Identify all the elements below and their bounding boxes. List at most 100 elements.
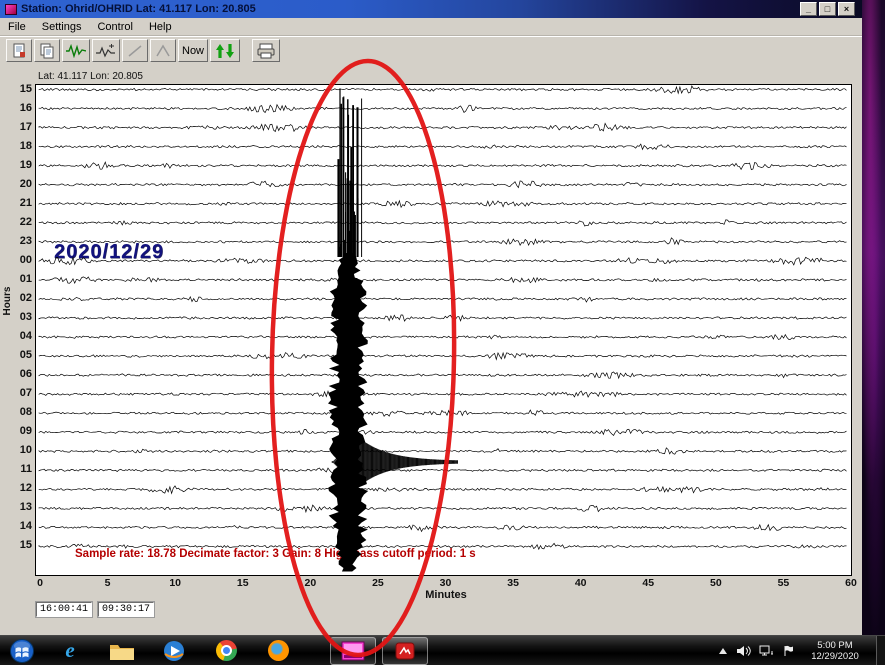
- waveform-scale-icon: [96, 44, 116, 58]
- minute-tick-label: 55: [771, 577, 795, 589]
- menu-settings[interactable]: Settings: [34, 20, 90, 34]
- hour-row-label: 04: [6, 330, 32, 342]
- taskbar-item-internet-explorer[interactable]: e: [47, 637, 93, 665]
- hour-row-label: 09: [6, 425, 32, 437]
- page-icon: [11, 43, 27, 59]
- tray-chevron-icon[interactable]: [718, 647, 728, 655]
- now-button[interactable]: Now: [178, 39, 208, 62]
- taskbar-clock[interactable]: 5:00 PM 12/29/2020: [802, 640, 868, 662]
- hour-row-label: 15: [6, 83, 32, 95]
- hour-row-label: 16: [6, 102, 32, 114]
- hour-row-label: 06: [6, 368, 32, 380]
- menubar: File Settings Control Help: [0, 18, 862, 36]
- diagonal-line-icon: [127, 44, 143, 58]
- taskbar-item-media-player[interactable]: [151, 637, 197, 665]
- hour-row-label: 03: [6, 311, 32, 323]
- hour-row-label: 08: [6, 406, 32, 418]
- minute-tick-label: 15: [231, 577, 255, 589]
- waveform-icon: [66, 44, 86, 58]
- minute-tick-label: 10: [163, 577, 187, 589]
- hour-row-label: 07: [6, 387, 32, 399]
- window-start-time-box[interactable]: [36, 602, 92, 617]
- hour-row-label: 21: [6, 197, 32, 209]
- hour-row-label: 11: [6, 463, 32, 475]
- firefox-icon: [268, 640, 289, 661]
- window-title: Station: Ohrid/OHRID Lat: 41.117 Lon: 20…: [21, 3, 256, 15]
- taskbar-item-file-explorer[interactable]: [99, 637, 145, 665]
- hour-row-label: 01: [6, 273, 32, 285]
- taskbar-item-chrome[interactable]: [203, 637, 249, 665]
- minute-tick-label: 60: [839, 577, 863, 589]
- window-controls: _ □ ×: [800, 2, 855, 16]
- folder-icon: [109, 641, 135, 661]
- hour-row-label: 23: [6, 235, 32, 247]
- waveform-button[interactable]: [62, 39, 90, 62]
- hour-row-label: 17: [6, 121, 32, 133]
- helicorder-panel: Lat: 41.117 Lon: 20.805 Hours 1516171819…: [0, 64, 862, 635]
- hour-row-label: 22: [6, 216, 32, 228]
- menu-control[interactable]: Control: [89, 20, 140, 34]
- media-player-icon: [163, 640, 185, 662]
- green-arrows-icon: [214, 43, 236, 59]
- filter-tool-button[interactable]: [150, 39, 176, 62]
- toolbar: Now: [0, 36, 862, 64]
- minute-tick-label: 40: [569, 577, 593, 589]
- action-center-flag-icon[interactable]: [782, 645, 794, 657]
- chrome-icon: [216, 640, 237, 661]
- app-icon: [5, 4, 17, 15]
- minutes-axis-label: Minutes: [420, 589, 472, 601]
- hour-row-label: 00: [6, 254, 32, 266]
- minute-tick-label: 45: [636, 577, 660, 589]
- minute-tick-label: 30: [434, 577, 458, 589]
- titlebar[interactable]: Station: Ohrid/OHRID Lat: 41.117 Lon: 20…: [0, 0, 862, 18]
- minute-tick-label: 20: [298, 577, 322, 589]
- hour-row-label: 12: [6, 482, 32, 494]
- taskbar-item-alarm-app[interactable]: [382, 637, 428, 665]
- clock-time: 5:00 PM: [802, 640, 868, 651]
- hour-row-label: 10: [6, 444, 32, 456]
- hour-row-label: 05: [6, 349, 32, 361]
- menu-file[interactable]: File: [0, 20, 34, 34]
- scale-adjust-button[interactable]: [92, 39, 120, 62]
- clock-date: 12/29/2020: [802, 651, 868, 662]
- show-desktop-button[interactable]: [876, 636, 885, 665]
- seismogram-plot[interactable]: 2020/12/29 Sample rate: 18.78 Decimate f…: [35, 84, 852, 576]
- event-log-button[interactable]: [6, 39, 32, 62]
- seismograph-app-icon: [341, 641, 365, 661]
- minute-tick-label: 35: [501, 577, 525, 589]
- minute-tick-label: 0: [28, 577, 52, 589]
- maximize-button[interactable]: □: [819, 2, 836, 16]
- internet-explorer-icon: e: [65, 638, 74, 663]
- network-icon[interactable]: [759, 645, 774, 657]
- desktop-wallpaper: [860, 0, 885, 635]
- minute-tick-label: 50: [704, 577, 728, 589]
- start-button[interactable]: [3, 637, 41, 665]
- hour-row-label: 02: [6, 292, 32, 304]
- volume-icon[interactable]: [736, 645, 751, 657]
- windows-start-icon: [9, 638, 35, 664]
- pages-icon: [39, 43, 55, 59]
- minute-tick-label: 25: [366, 577, 390, 589]
- seismogram-traces: [36, 85, 851, 575]
- peak-icon: [155, 44, 171, 58]
- taskbar: e: [0, 635, 885, 665]
- taskbar-item-seismograph-app[interactable]: [330, 637, 376, 665]
- print-button[interactable]: [252, 39, 280, 62]
- window-duration-box[interactable]: [98, 602, 154, 617]
- menu-help[interactable]: Help: [141, 20, 180, 34]
- printer-icon: [256, 43, 276, 59]
- scroll-up-down-button[interactable]: [210, 39, 240, 62]
- hour-row-label: 18: [6, 140, 32, 152]
- close-button[interactable]: ×: [838, 2, 855, 16]
- system-tray: 5:00 PM 12/29/2020: [718, 636, 885, 665]
- taskbar-item-firefox[interactable]: [255, 637, 301, 665]
- minimize-button[interactable]: _: [800, 2, 817, 16]
- screen: Station: Ohrid/OHRID Lat: 41.117 Lon: 20…: [0, 0, 885, 665]
- hour-row-label: 13: [6, 501, 32, 513]
- copy-view-button[interactable]: [34, 39, 60, 62]
- hour-row-label: 14: [6, 520, 32, 532]
- hour-row-label: 15: [6, 539, 32, 551]
- minute-tick-label: 5: [96, 577, 120, 589]
- line-tool-button[interactable]: [122, 39, 148, 62]
- hour-row-label: 19: [6, 159, 32, 171]
